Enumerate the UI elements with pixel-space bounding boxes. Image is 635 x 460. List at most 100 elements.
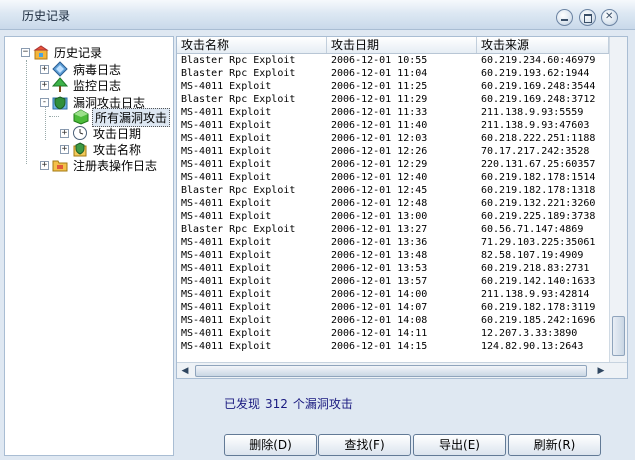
vertical-scroll-thumb[interactable] xyxy=(612,316,625,356)
expand-toggle[interactable]: + xyxy=(40,64,49,74)
minimize-button[interactable] xyxy=(556,9,573,26)
scroll-right-icon[interactable]: ▶ xyxy=(593,363,609,378)
table-row[interactable]: MS-4011 Exploit 2006-12-01 13:57 60.219.14… xyxy=(177,275,609,288)
attack-name-cell: MS-4011 Exploit xyxy=(181,289,272,300)
tree-root[interactable]: − 历史记录 xyxy=(21,44,104,60)
tree-item-label: 注册表操作日志 xyxy=(73,158,158,173)
horizontal-scrollbar[interactable]: ◀ ▶ xyxy=(177,362,627,378)
attack-date-cell: 2006-12-01 11:29 xyxy=(331,94,428,105)
table-row[interactable]: Blaster Rpc Exploit 2006-12-01 11:04 60.21… xyxy=(177,67,609,80)
maximize-button[interactable] xyxy=(579,9,596,26)
collapse-toggle[interactable]: − xyxy=(21,47,30,57)
tree-item-label: 攻击日期 xyxy=(93,126,142,141)
table-row[interactable]: MS-4011 Exploit 2006-12-01 13:48 82.58.107… xyxy=(177,249,609,262)
tree-connector xyxy=(26,60,27,164)
find-button[interactable]: 查找(F) xyxy=(318,434,411,456)
collapse-toggle[interactable]: - xyxy=(40,97,49,107)
attack-name-cell: MS-4011 Exploit xyxy=(181,159,272,170)
column-header-attack-date[interactable]: 攻击日期 xyxy=(327,37,477,53)
tree-item-registry-log[interactable]: + 注册表操作日志 xyxy=(40,157,159,173)
tree-panel[interactable]: − 历史记录 + 病毒日志 + 监控日志 - 漏洞攻击日志 所有漏洞攻击 + 攻… xyxy=(4,36,174,456)
tree-icon xyxy=(51,77,69,93)
close-button[interactable]: ✕ xyxy=(601,9,618,26)
tree-item-attack-date[interactable]: + 攻击日期 xyxy=(60,125,143,141)
title-bar[interactable]: 历史记录 ✕ xyxy=(0,0,635,30)
expand-toggle[interactable]: + xyxy=(40,80,49,90)
attack-date-cell: 2006-12-01 12:03 xyxy=(331,133,428,144)
table-row[interactable]: MS-4011 Exploit 2006-12-01 14:00 211.138.9… xyxy=(177,288,609,301)
attack-name-cell: MS-4011 Exploit xyxy=(181,263,272,274)
attack-source-cell: 60.219.132.221:3260 xyxy=(481,198,596,209)
attack-name-cell: MS-4011 Exploit xyxy=(181,198,272,209)
table-row[interactable]: MS-4011 Exploit 2006-12-01 14:08 60.219.18… xyxy=(177,314,609,327)
table-row[interactable]: Blaster Rpc Exploit 2006-12-01 13:27 60.56… xyxy=(177,223,609,236)
attack-source-cell: 82.58.107.19:4909 xyxy=(481,250,584,261)
tree-item-label: 监控日志 xyxy=(73,78,122,93)
refresh-button[interactable]: 刷新(R) xyxy=(508,434,601,456)
attack-date-cell: 2006-12-01 14:15 xyxy=(331,341,428,352)
table-row[interactable]: MS-4011 Exploit 2006-12-01 12:26 70.17.217… xyxy=(177,145,609,158)
column-header-attack-name[interactable]: 攻击名称 xyxy=(177,37,327,53)
table-row[interactable]: Blaster Rpc Exploit 2006-12-01 12:45 60.21… xyxy=(177,184,609,197)
attack-name-cell: MS-4011 Exploit xyxy=(181,302,272,313)
attack-name-cell: MS-4011 Exploit xyxy=(181,315,272,326)
table-row[interactable]: Blaster Rpc Exploit 2006-12-01 11:29 60.21… xyxy=(177,93,609,106)
expand-toggle[interactable]: + xyxy=(60,144,69,154)
table-row[interactable]: MS-4011 Exploit 2006-12-01 11:40 211.138.9… xyxy=(177,119,609,132)
horizontal-scroll-thumb[interactable] xyxy=(195,365,587,377)
table-row[interactable]: MS-4011 Exploit 2006-12-01 13:36 71.29.103… xyxy=(177,236,609,249)
tree-item-all-exploits[interactable]: 所有漏洞攻击 xyxy=(73,107,171,127)
attack-name-cell: MS-4011 Exploit xyxy=(181,211,272,222)
table-row[interactable]: MS-4011 Exploit 2006-12-01 14:15 124.82.90… xyxy=(177,340,609,353)
attack-date-cell: 2006-12-01 14:00 xyxy=(331,289,428,300)
table-row[interactable]: MS-4011 Exploit 2006-12-01 12:48 60.219.13… xyxy=(177,197,609,210)
attack-source-cell: 71.29.103.225:35061 xyxy=(481,237,596,248)
status-text: 已发现 312 个漏洞攻击 xyxy=(224,395,353,412)
attack-name-cell: MS-4011 Exploit xyxy=(181,341,272,352)
tree-item-label: 病毒日志 xyxy=(73,62,122,77)
shield-icon xyxy=(72,141,88,157)
attack-name-cell: MS-4011 Exploit xyxy=(181,250,272,261)
attack-source-cell: 60.219.234.60:46979 xyxy=(481,55,596,66)
table-row[interactable]: MS-4011 Exploit 2006-12-01 13:00 60.219.22… xyxy=(177,210,609,223)
maximize-icon xyxy=(584,14,592,23)
tree-item-attack-name[interactable]: + 攻击名称 xyxy=(60,141,143,157)
green-cube-icon xyxy=(73,109,89,125)
expand-toggle[interactable]: + xyxy=(40,160,49,170)
attack-date-cell: 2006-12-01 14:08 xyxy=(331,315,428,326)
window-title: 历史记录 xyxy=(22,9,71,23)
column-header-attack-source[interactable]: 攻击来源 xyxy=(477,37,609,53)
table-row[interactable]: MS-4011 Exploit 2006-12-01 14:11 12.207.3.… xyxy=(177,327,609,340)
scroll-left-icon[interactable]: ◀ xyxy=(177,363,193,378)
attack-name-cell: MS-4011 Exploit xyxy=(181,276,272,287)
attack-name-cell: MS-4011 Exploit xyxy=(181,172,272,183)
attack-date-cell: 2006-12-01 13:00 xyxy=(331,211,428,222)
export-button[interactable]: 导出(E) xyxy=(413,434,506,456)
table-row[interactable]: MS-4011 Exploit 2006-12-01 12:29 220.131.6… xyxy=(177,158,609,171)
shield-box-icon xyxy=(52,94,68,110)
table-row[interactable]: MS-4011 Exploit 2006-12-01 12:40 60.219.18… xyxy=(177,171,609,184)
attack-name-cell: Blaster Rpc Exploit xyxy=(181,55,296,66)
tree-item-virus-log[interactable]: + 病毒日志 xyxy=(40,61,123,77)
attack-date-cell: 2006-12-01 13:36 xyxy=(331,237,428,248)
vertical-scrollbar[interactable] xyxy=(609,37,627,362)
status-suffix: 个漏洞攻击 xyxy=(292,397,353,411)
expand-toggle[interactable]: + xyxy=(60,128,69,138)
attack-source-cell: 60.219.169.248:3544 xyxy=(481,81,596,92)
table-row[interactable]: Blaster Rpc Exploit 2006-12-01 10:55 60.21… xyxy=(177,54,609,67)
diamond-icon xyxy=(52,61,68,77)
table-row[interactable]: MS-4011 Exploit 2006-12-01 11:25 60.219.16… xyxy=(177,80,609,93)
attack-name-cell: MS-4011 Exploit xyxy=(181,146,272,157)
table-row[interactable]: MS-4011 Exploit 2006-12-01 14:07 60.219.18… xyxy=(177,301,609,314)
list-header: 攻击名称 攻击日期 攻击来源 xyxy=(177,37,609,54)
table-row[interactable]: MS-4011 Exploit 2006-12-01 13:53 60.219.21… xyxy=(177,262,609,275)
tree-item-monitor-log[interactable]: + 监控日志 xyxy=(40,77,123,93)
table-row[interactable]: MS-4011 Exploit 2006-12-01 12:03 60.218.22… xyxy=(177,132,609,145)
attack-name-cell: MS-4011 Exploit xyxy=(181,133,272,144)
exploit-list[interactable]: 攻击名称 攻击日期 攻击来源 Blaster Rpc Exploit 2006-1… xyxy=(176,36,628,379)
delete-button[interactable]: 删除(D) xyxy=(224,434,317,456)
attack-date-cell: 2006-12-01 12:40 xyxy=(331,172,428,183)
attack-source-cell: 211.138.9.93:42814 xyxy=(481,289,590,300)
attack-date-cell: 2006-12-01 12:48 xyxy=(331,198,428,209)
table-row[interactable]: MS-4011 Exploit 2006-12-01 11:33 211.138.9… xyxy=(177,106,609,119)
